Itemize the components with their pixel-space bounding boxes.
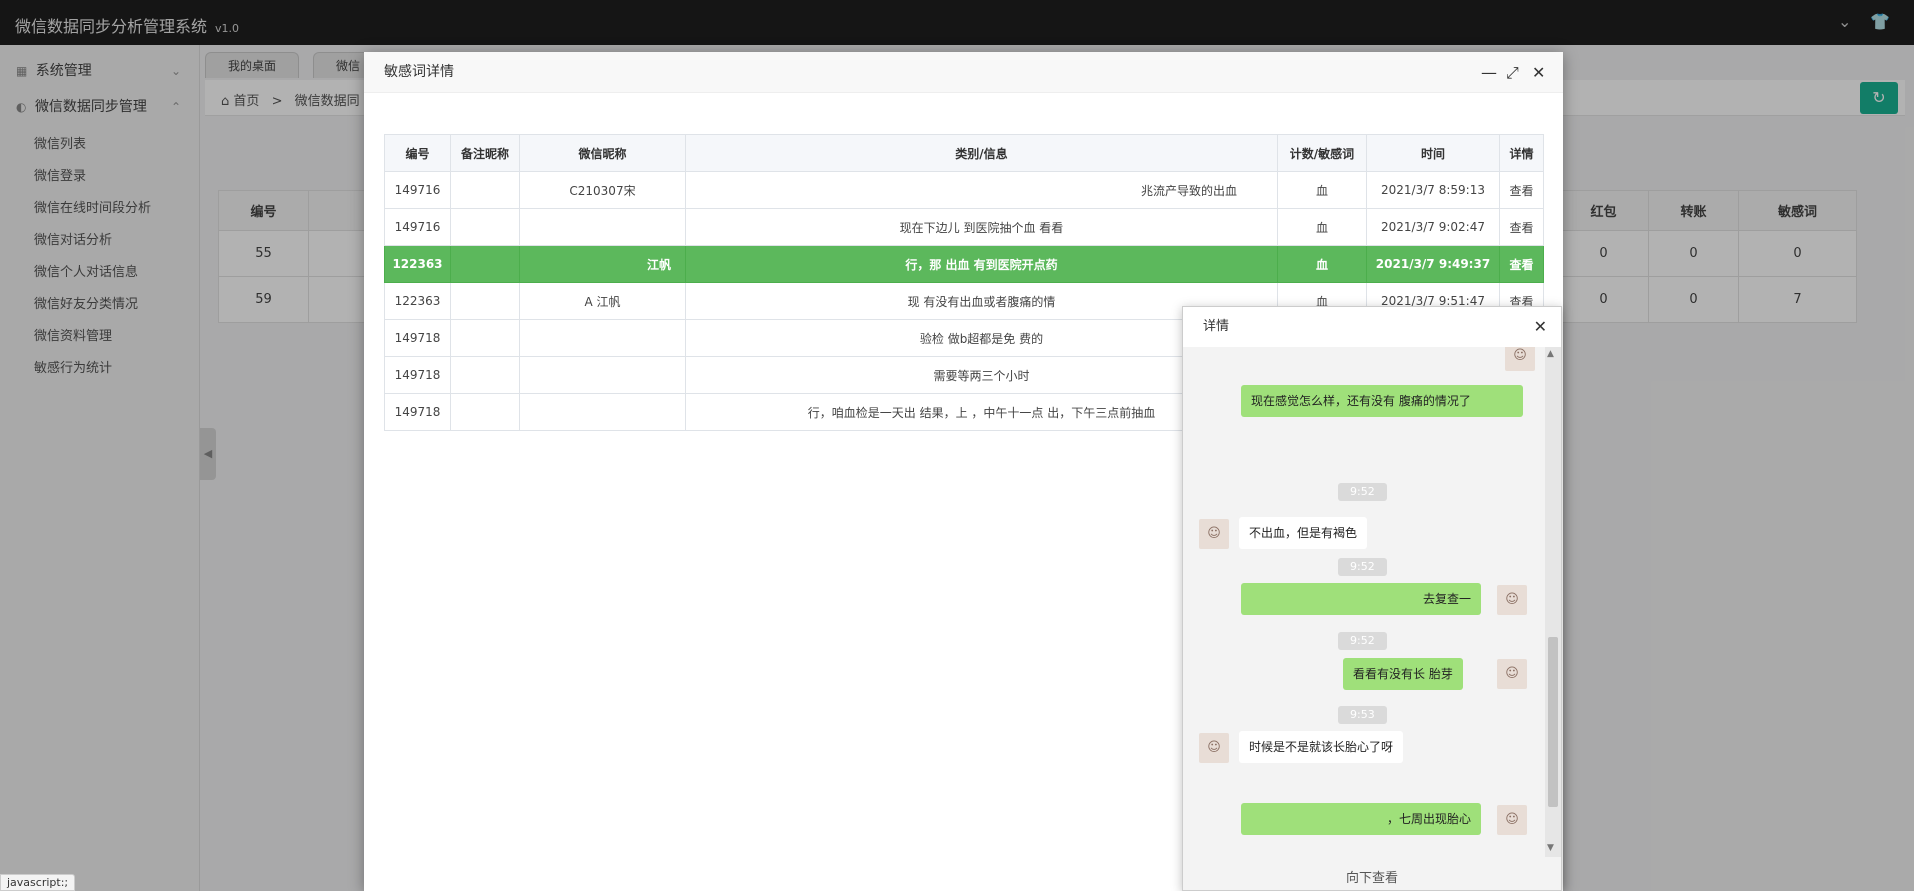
cell-nickname	[519, 319, 686, 357]
cell-info: 行，那 出血 有到医院开点药	[685, 245, 1278, 283]
cell-word: 血	[1277, 208, 1367, 246]
cell-remark	[450, 282, 520, 320]
column-header: 微信昵称	[519, 134, 686, 172]
chat-bubble-sent: 现在感觉怎么样，还有没有 腹痛的情况了	[1241, 385, 1523, 417]
chat-bubble-sent: 看看有没有长 胎芽	[1343, 658, 1463, 690]
view-link[interactable]: 查看	[1499, 208, 1544, 246]
cell-remark	[450, 245, 520, 283]
view-link[interactable]: 查看	[1499, 245, 1544, 283]
cell-info: 兆流产导致的出血	[685, 171, 1278, 209]
cell-id: 149716	[384, 208, 451, 246]
cell-nickname: A 江帆	[519, 282, 686, 320]
cell-remark	[450, 319, 520, 357]
scroll-up-icon[interactable]: ▲	[1547, 349, 1554, 359]
cell-time: 2021/3/7 8:59:13	[1366, 171, 1500, 209]
time-chip: 9:52	[1338, 483, 1387, 501]
chat-bubble-sent: ，七周出现胎心	[1241, 803, 1481, 835]
chat-scrollbar[interactable]: ▲ ▼	[1545, 347, 1561, 857]
table-row[interactable]: 149716 现在下边儿 到医院抽个血 看看 血 2021/3/7 9:02:4…	[384, 208, 1544, 246]
close-icon[interactable]: ✕	[1532, 52, 1545, 93]
view-link[interactable]: 查看	[1499, 171, 1544, 209]
avatar: ☺	[1199, 519, 1229, 549]
table-row[interactable]: 149716 C210307宋 兆流产导致的出血 血 2021/3/7 8:59…	[384, 171, 1544, 209]
chat-bubble-received: 时候是不是就该长胎心了呀	[1239, 731, 1404, 763]
maximize-icon[interactable]: ⤢	[1506, 52, 1519, 93]
scroll-thumb[interactable]	[1548, 637, 1558, 807]
cell-remark	[450, 356, 520, 394]
column-header: 计数/敏感词	[1277, 134, 1367, 172]
column-header: 时间	[1366, 134, 1500, 172]
cell-nickname	[519, 208, 686, 246]
cell-remark	[450, 208, 520, 246]
cell-id: 122363	[384, 282, 451, 320]
avatar: ☺	[1497, 805, 1527, 835]
time-chip: 9:52	[1338, 632, 1387, 650]
avatar: ☺	[1497, 585, 1527, 615]
modal-header: 敏感词详情 — ⤢ ✕	[364, 52, 1563, 93]
time-chip: 9:52	[1338, 558, 1387, 576]
close-icon[interactable]: ✕	[1534, 307, 1547, 347]
cell-word: 血	[1277, 171, 1367, 209]
scroll-down-link[interactable]: 向下查看	[1183, 867, 1561, 891]
chat-bubble-received: 不出血，但是有褐色	[1239, 517, 1368, 549]
chat-header: 详情 ✕	[1183, 307, 1561, 347]
cell-id: 149718	[384, 393, 451, 431]
minimize-icon[interactable]: —	[1481, 52, 1497, 93]
time-chip: 9:53	[1338, 706, 1387, 724]
cell-remark	[450, 393, 520, 431]
cell-nickname: C210307宋	[519, 171, 686, 209]
cell-info: 现在下边儿 到医院抽个血 看看	[685, 208, 1278, 246]
column-header: 编号	[384, 134, 451, 172]
column-header: 详情	[1499, 134, 1544, 172]
modal-title: 敏感词详情	[384, 64, 454, 80]
cell-nickname	[519, 393, 686, 431]
cell-nickname	[519, 356, 686, 394]
cell-nickname: 江帆	[519, 245, 686, 283]
chat-title: 详情	[1203, 319, 1230, 334]
cell-time: 2021/3/7 9:49:37	[1366, 245, 1500, 283]
chat-detail-popup: 详情 ✕ 现在感觉怎么样，还有没有 腹痛的情况了 ☺ 9:52 ☺ 不出血，但是…	[1182, 306, 1562, 891]
table-row-selected[interactable]: 122363 江帆 行，那 出血 有到医院开点药 血 2021/3/7 9:49…	[384, 245, 1544, 283]
scroll-down-icon[interactable]: ▼	[1547, 843, 1554, 853]
cell-id: 149716	[384, 171, 451, 209]
cell-time: 2021/3/7 9:02:47	[1366, 208, 1500, 246]
cell-remark	[450, 171, 520, 209]
status-bar-url: javascript:;	[0, 874, 76, 891]
cell-word: 血	[1277, 245, 1367, 283]
cell-id: 149718	[384, 319, 451, 357]
column-header: 备注昵称	[450, 134, 520, 172]
chat-message-list[interactable]: 现在感觉怎么样，还有没有 腹痛的情况了 ☺ 9:52 ☺ 不出血，但是有褐色 9…	[1183, 347, 1545, 857]
chat-bubble-sent: 去复查一	[1241, 583, 1481, 615]
avatar: ☺	[1505, 347, 1535, 371]
avatar: ☺	[1497, 659, 1527, 689]
avatar: ☺	[1199, 733, 1229, 763]
column-header: 类别/信息	[685, 134, 1278, 172]
cell-id: 122363	[384, 245, 451, 283]
cell-id: 149718	[384, 356, 451, 394]
